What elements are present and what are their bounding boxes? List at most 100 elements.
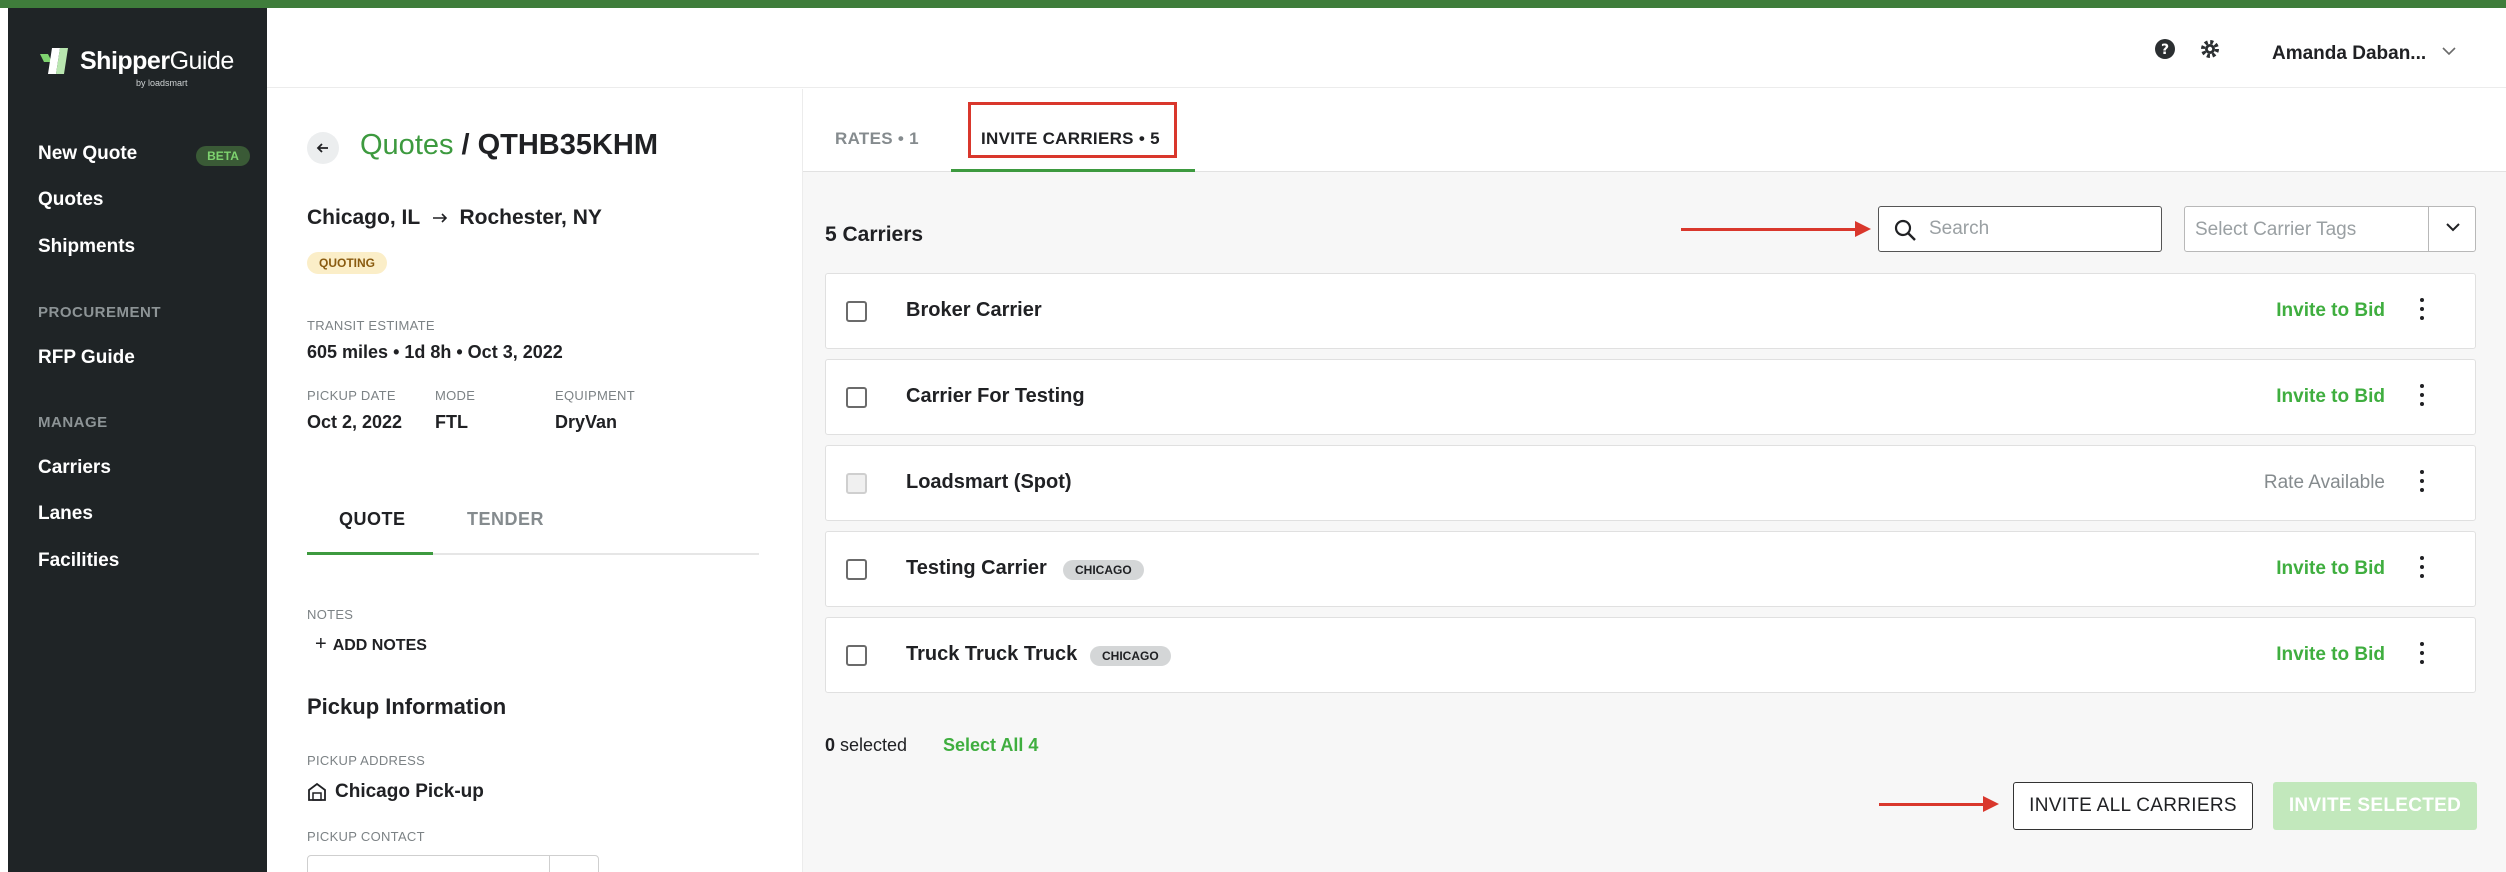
search-box[interactable] bbox=[1878, 206, 2162, 252]
transit-estimate-label: TRANSIT ESTIMATE bbox=[307, 318, 435, 333]
logo-subtext: by loadsmart bbox=[136, 78, 188, 88]
pickup-contact-select[interactable] bbox=[307, 855, 599, 872]
active-tab-indicator bbox=[307, 552, 433, 555]
carrier-checkbox[interactable] bbox=[846, 559, 867, 580]
sidebar-item-quotes[interactable]: Quotes bbox=[38, 189, 103, 211]
more-options-icon[interactable] bbox=[2419, 470, 2425, 496]
invite-to-bid-link[interactable]: Invite to Bid bbox=[2276, 644, 2385, 666]
carrier-name: Broker Carrier bbox=[906, 299, 1042, 321]
quote-tabs: QUOTE TENDER bbox=[307, 509, 759, 555]
sidebar-item-facilities[interactable]: Facilities bbox=[38, 550, 119, 572]
more-options-icon[interactable] bbox=[2419, 556, 2425, 582]
gear-icon[interactable] bbox=[2199, 38, 2221, 60]
breadcrumb-quotes-link[interactable]: Quotes bbox=[360, 129, 454, 161]
more-options-icon[interactable] bbox=[2419, 298, 2425, 324]
sidebar-item-shipments[interactable]: Shipments bbox=[38, 236, 135, 258]
carrier-tag: CHICAGO bbox=[1090, 646, 1171, 666]
select-all-link[interactable]: Select All 4 bbox=[943, 735, 1038, 756]
pickup-date-value: Oct 2, 2022 bbox=[307, 412, 403, 432]
carrier-name: Loadsmart (Spot) bbox=[906, 471, 1072, 493]
sidebar-item-carriers[interactable]: Carriers bbox=[38, 457, 111, 479]
select-divider bbox=[2428, 207, 2429, 251]
user-menu-name[interactable]: Amanda Daban... bbox=[2272, 43, 2426, 65]
left-edge bbox=[0, 8, 8, 872]
carrier-list: Broker Carrier Invite to Bid Carrier For… bbox=[825, 273, 2476, 703]
pickup-info-title: Pickup Information bbox=[307, 694, 507, 719]
carrier-tag: CHICAGO bbox=[1063, 560, 1144, 580]
carriers-count: 5 Carriers bbox=[825, 223, 924, 246]
route: Chicago, IL Rochester, NY bbox=[307, 206, 602, 230]
arrow-right-icon bbox=[432, 213, 447, 223]
selected-count: 0 selected bbox=[825, 735, 908, 755]
logo[interactable]: ShipperGuide bbox=[38, 44, 234, 78]
carrier-name: Truck Truck Truck bbox=[906, 643, 1078, 665]
search-arrow-annotation bbox=[1681, 221, 1871, 237]
tab-quote[interactable]: QUOTE bbox=[339, 509, 406, 530]
sidebar: ShipperGuide by loadsmart New Quote BETA… bbox=[8, 8, 267, 872]
add-notes-button[interactable]: + ADD NOTES bbox=[315, 633, 427, 656]
tab-tender[interactable]: TENDER bbox=[467, 509, 544, 530]
carrier-checkbox[interactable] bbox=[846, 387, 867, 408]
chevron-down-icon[interactable] bbox=[2445, 221, 2461, 233]
pickup-date-label: PICKUP DATE bbox=[307, 388, 396, 403]
warehouse-icon bbox=[308, 782, 326, 801]
invite-selected-button[interactable]: INVITE SELECTED bbox=[2273, 782, 2477, 830]
more-options-icon[interactable] bbox=[2419, 642, 2425, 668]
search-input[interactable] bbox=[1929, 215, 2149, 243]
invite-to-bid-link[interactable]: Invite to Bid bbox=[2276, 558, 2385, 580]
quote-id: QTHB35KHM bbox=[477, 129, 659, 161]
carrier-name: Carrier For Testing bbox=[906, 385, 1085, 407]
pickup-address-label: PICKUP ADDRESS bbox=[307, 753, 426, 768]
quote-detail-panel: Quotes / QTHB35KHM Chicago, IL Rochester, … bbox=[267, 89, 803, 872]
carrier-checkbox[interactable] bbox=[846, 301, 867, 322]
rate-available-label: Rate Available bbox=[2263, 472, 2385, 493]
chevron-down-icon[interactable] bbox=[2442, 46, 2456, 56]
carrier-checkbox[interactable] bbox=[846, 645, 867, 666]
carrier-row: Testing Carrier CHICAGO Invite to Bid bbox=[825, 531, 2476, 607]
tab-highlight-annotation bbox=[968, 102, 1177, 158]
main-content: RATES • 1 INVITE CARRIERS • 5 5 Carriers… bbox=[803, 89, 2506, 872]
back-button[interactable] bbox=[307, 132, 339, 164]
route-destination: Rochester, NY bbox=[459, 206, 602, 229]
invite-all-carriers-button[interactable]: INVITE ALL CARRIERS bbox=[2013, 782, 2253, 830]
route-origin: Chicago, IL bbox=[307, 206, 420, 229]
carrier-row: Carrier For Testing Invite to Bid bbox=[825, 359, 2476, 435]
sidebar-item-rfp-guide[interactable]: RFP Guide bbox=[38, 347, 135, 369]
shipperguide-logo-icon bbox=[40, 48, 68, 74]
beta-badge: BETA bbox=[196, 146, 250, 166]
svg-text:?: ? bbox=[2161, 42, 2169, 58]
invite-to-bid-link[interactable]: Invite to Bid bbox=[2276, 386, 2385, 408]
tab-rates[interactable]: RATES • 1 bbox=[835, 129, 919, 149]
plus-icon: + bbox=[315, 633, 327, 655]
sidebar-item-lanes[interactable]: Lanes bbox=[38, 503, 93, 525]
notes-label: NOTES bbox=[307, 607, 354, 622]
search-icon bbox=[1894, 219, 1916, 241]
carrier-tabs: RATES • 1 INVITE CARRIERS • 5 bbox=[803, 89, 2506, 172]
sidebar-section-manage: MANAGE bbox=[38, 414, 108, 431]
carrier-name: Testing Carrier bbox=[906, 557, 1047, 579]
carrier-row: Broker Carrier Invite to Bid bbox=[825, 273, 2476, 349]
breadcrumb: Quotes / QTHB35KHM bbox=[360, 129, 658, 162]
active-tab-indicator bbox=[951, 169, 1195, 172]
invite-to-bid-link[interactable]: Invite to Bid bbox=[2276, 300, 2385, 322]
mode-label: MODE bbox=[435, 388, 476, 403]
carrier-row: Truck Truck Truck CHICAGO Invite to Bid bbox=[825, 617, 2476, 693]
pickup-contact-label: PICKUP CONTACT bbox=[307, 829, 425, 844]
arrow-left-icon bbox=[316, 143, 328, 153]
invite-all-arrow-annotation bbox=[1879, 796, 1999, 812]
status-badge: QUOTING bbox=[307, 252, 387, 274]
more-options-icon[interactable] bbox=[2419, 384, 2425, 410]
sidebar-item-new-quote[interactable]: New Quote bbox=[38, 143, 137, 165]
carrier-tags-select[interactable]: Select Carrier Tags bbox=[2184, 206, 2476, 252]
equipment-value: DryVan bbox=[555, 412, 618, 432]
top-header: ? Amanda Daban... bbox=[267, 8, 2506, 88]
transit-estimate-value: 605 miles • 1d 8h • Oct 3, 2022 bbox=[307, 342, 563, 362]
carrier-tags-placeholder: Select Carrier Tags bbox=[2195, 219, 2357, 240]
logo-text: ShipperGuide bbox=[80, 46, 234, 75]
pickup-address: Chicago Pick-up bbox=[307, 781, 484, 803]
carrier-checkbox-disabled bbox=[846, 473, 867, 494]
equipment-label: EQUIPMENT bbox=[555, 388, 635, 403]
mode-value: FTL bbox=[435, 412, 468, 432]
help-icon[interactable]: ? bbox=[2154, 38, 2176, 60]
top-accent-bar bbox=[0, 0, 2506, 8]
